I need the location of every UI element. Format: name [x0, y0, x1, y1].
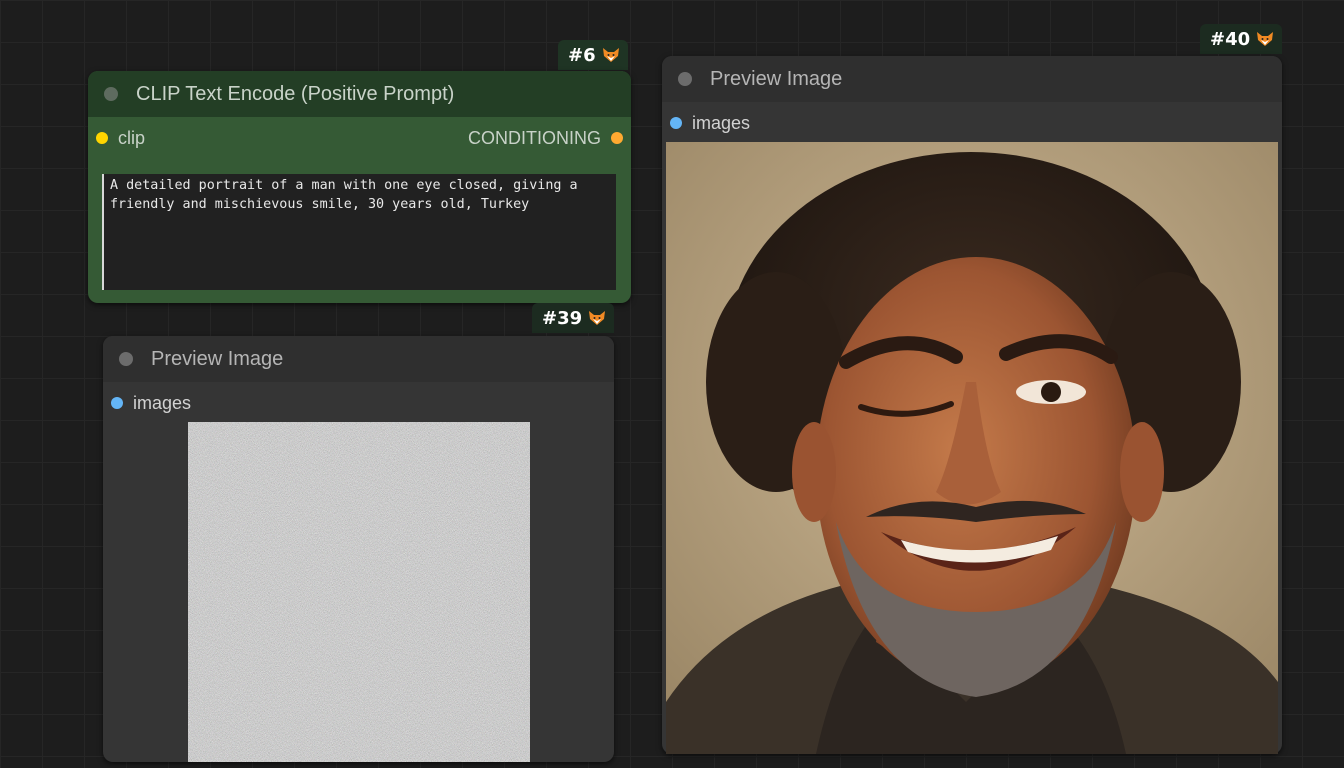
- collapse-dot-icon[interactable]: [678, 72, 692, 86]
- fox-icon: [1256, 31, 1274, 47]
- node-title-bar[interactable]: Preview Image: [662, 56, 1282, 102]
- node-title-bar[interactable]: Preview Image: [103, 336, 614, 382]
- input-label: clip: [118, 127, 146, 148]
- prompt-textarea[interactable]: A detailed portrait of a man with one ey…: [102, 174, 616, 290]
- node-title-bar[interactable]: CLIP Text Encode (Positive Prompt): [88, 71, 631, 117]
- input-connector-dot-icon[interactable]: [111, 397, 123, 409]
- input-slot-images[interactable]: images: [670, 113, 750, 134]
- node-id-label: #40: [1210, 28, 1251, 50]
- input-slot-clip[interactable]: clip: [96, 128, 145, 149]
- fox-icon: [588, 310, 606, 326]
- slot-row: images: [662, 102, 1282, 144]
- collapse-dot-icon[interactable]: [119, 352, 133, 366]
- preview-image-node-39[interactable]: Preview Image images: [103, 336, 614, 762]
- node-id-badge-40: #40: [1200, 24, 1283, 54]
- input-label: images: [133, 392, 192, 413]
- collapse-dot-icon[interactable]: [104, 87, 118, 101]
- input-slot-images[interactable]: images: [111, 393, 191, 414]
- output-slot-conditioning[interactable]: CONDITIONING: [468, 128, 623, 149]
- portrait-photo[interactable]: [666, 142, 1278, 754]
- fox-icon: [602, 47, 620, 63]
- node-id-label: #6: [568, 44, 596, 66]
- preview-image-node-40[interactable]: Preview Image images: [662, 56, 1282, 754]
- clip-text-encode-node[interactable]: CLIP Text Encode (Positive Prompt) clip …: [88, 71, 631, 303]
- output-label: CONDITIONING: [468, 127, 601, 148]
- input-connector-dot-icon[interactable]: [96, 132, 108, 144]
- node-id-label: #39: [542, 307, 583, 329]
- input-label: images: [692, 112, 751, 133]
- node-title: Preview Image: [710, 67, 843, 90]
- node-id-badge-39: #39: [532, 303, 615, 333]
- slot-row: clip CONDITIONING: [88, 117, 631, 159]
- node-id-badge-6: #6: [558, 40, 628, 70]
- noise-image[interactable]: [188, 422, 530, 762]
- node-title: CLIP Text Encode (Positive Prompt): [136, 82, 455, 105]
- node-title: Preview Image: [151, 347, 284, 370]
- input-connector-dot-icon[interactable]: [670, 117, 682, 129]
- output-connector-dot-icon[interactable]: [611, 132, 623, 144]
- slot-row: images: [103, 382, 614, 424]
